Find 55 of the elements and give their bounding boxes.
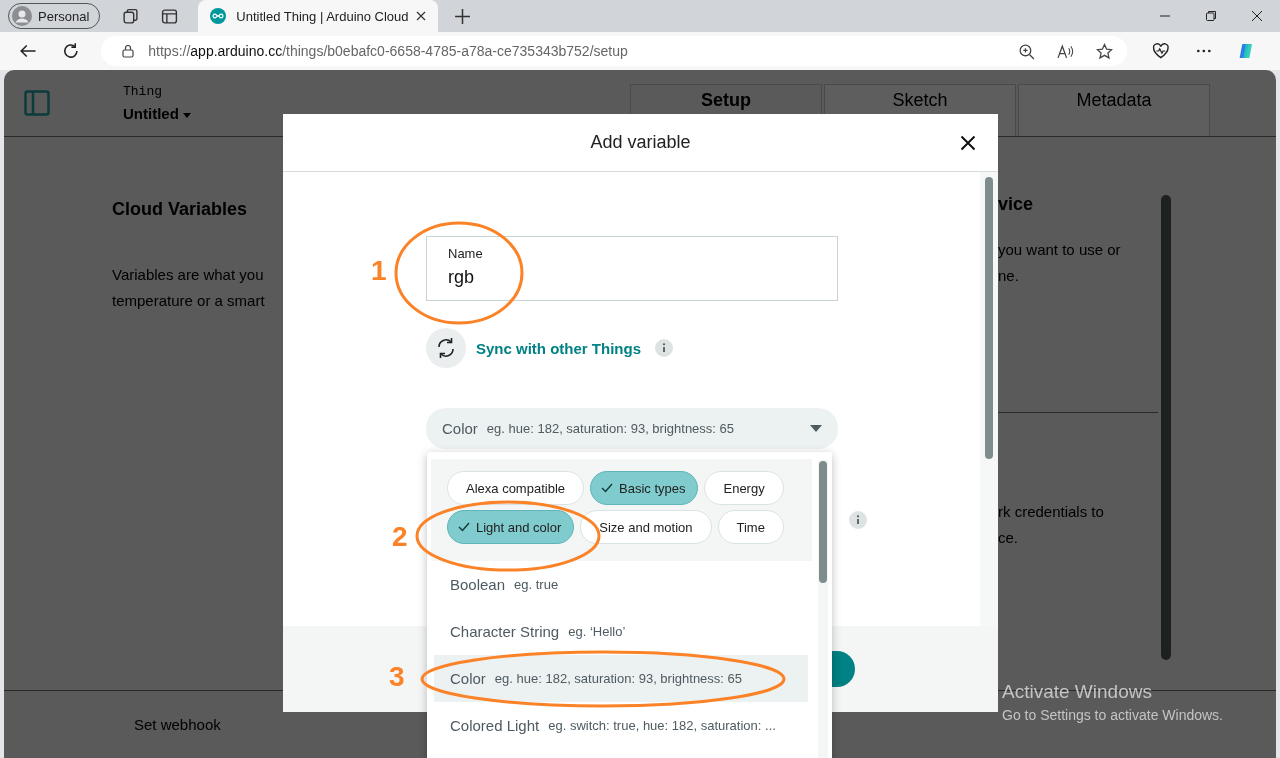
section-text: you want to use or bbox=[998, 240, 1122, 260]
infinity-logo-icon bbox=[210, 8, 227, 24]
section-text: temperature or a smart bbox=[112, 291, 266, 311]
caret-icon bbox=[810, 425, 822, 432]
annotation-number: 3 bbox=[389, 660, 405, 694]
new-tab-icon[interactable] bbox=[454, 7, 472, 25]
zoom-icon[interactable] bbox=[1018, 42, 1036, 60]
check-icon bbox=[601, 483, 613, 493]
type-option[interactable]: Color eg. hue: 182, saturation: 93, brightness: 65 bbox=[434, 655, 808, 702]
name-field[interactable]: Name rgb bbox=[426, 236, 838, 301]
filter-chip[interactable]: Light and color bbox=[447, 510, 575, 544]
workspaces-icon[interactable] bbox=[122, 7, 140, 25]
avatar-icon bbox=[12, 6, 32, 26]
scrollbar[interactable] bbox=[1161, 195, 1171, 660]
filter-chip[interactable]: Size and motion bbox=[580, 510, 712, 544]
heart-icon[interactable] bbox=[1152, 42, 1170, 60]
scrollbar-thumb[interactable] bbox=[985, 177, 993, 459]
star-icon[interactable] bbox=[1096, 42, 1114, 60]
filter-chip[interactable]: Time bbox=[717, 510, 784, 544]
close-icon[interactable] bbox=[960, 135, 976, 151]
address-field[interactable]: https://app.arduino.cc/things/b0ebafc0-6658-4785-a78a-ce735343b752/setup bbox=[101, 36, 1128, 66]
filter-chip[interactable]: Energy bbox=[704, 471, 784, 505]
section-text: ne. bbox=[998, 266, 1020, 286]
copilot-icon[interactable] bbox=[1237, 42, 1255, 60]
caret-icon bbox=[183, 112, 191, 118]
info-icon[interactable] bbox=[655, 339, 673, 357]
section-title: vice bbox=[998, 194, 1035, 215]
close-icon[interactable] bbox=[416, 11, 427, 21]
filter-chip[interactable]: Alexa compatible bbox=[447, 471, 584, 505]
sync-icon[interactable] bbox=[426, 328, 466, 368]
section-text: rk credentials to bbox=[998, 502, 1105, 522]
info-icon[interactable] bbox=[849, 511, 867, 529]
filter-chip[interactable]: Basic types bbox=[590, 471, 699, 505]
check-icon bbox=[458, 522, 470, 532]
lock-icon bbox=[122, 44, 135, 58]
close-icon[interactable] bbox=[1251, 10, 1263, 22]
section-text: ce. bbox=[998, 528, 1019, 548]
sync-link[interactable]: Sync with other Things bbox=[476, 339, 641, 357]
restore-icon[interactable] bbox=[1205, 10, 1217, 22]
section-text: Variables are what you bbox=[112, 265, 265, 285]
refresh-icon[interactable] bbox=[61, 42, 80, 60]
activation-title: Activate Windows bbox=[1002, 681, 1153, 703]
activation-text: Go to Settings to activate Windows. bbox=[1002, 707, 1223, 723]
type-select[interactable]: Color eg. hue: 182, saturation: 93, brightness: 65 bbox=[426, 408, 838, 449]
annotation-number: 2 bbox=[392, 520, 408, 554]
type-option[interactable]: Boolean eg. true bbox=[434, 561, 808, 608]
back-icon[interactable] bbox=[19, 42, 37, 60]
thing-label: Thing bbox=[123, 84, 163, 99]
scrollbar-thumb[interactable] bbox=[819, 461, 827, 583]
browser-tab[interactable]: Untitled Thing | Arduino Cloud bbox=[198, 0, 439, 32]
read-aloud-icon[interactable] bbox=[1057, 42, 1075, 60]
section-title: Cloud Variables bbox=[112, 199, 249, 220]
tab-actions-icon[interactable] bbox=[161, 7, 179, 25]
annotation-number: 1 bbox=[371, 254, 387, 288]
type-option[interactable]: Colored Light eg. switch: true, hue: 182, saturation: ... bbox=[434, 702, 808, 749]
